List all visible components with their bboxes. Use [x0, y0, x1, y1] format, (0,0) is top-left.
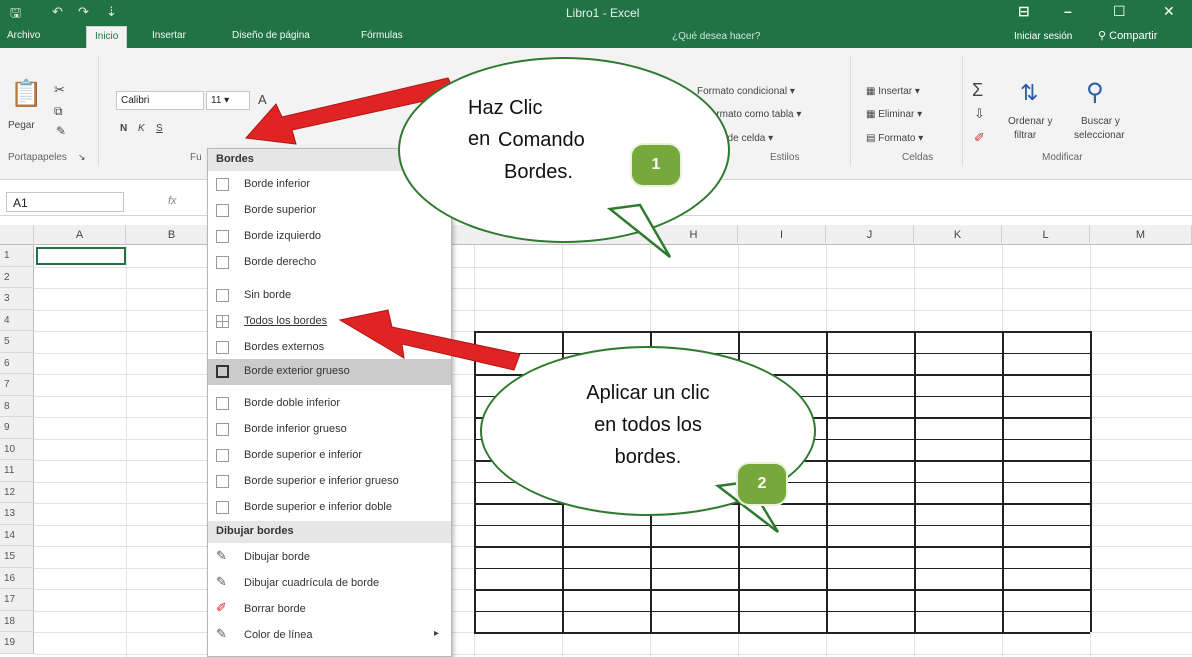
callout-1-line-2: Comando	[498, 129, 585, 151]
callout-tail-1	[606, 203, 672, 258]
callout-1-line-3: Bordes.	[504, 161, 573, 183]
arrow-to-all-borders	[338, 309, 521, 371]
callout-2-line-1: Aplicar un clic	[586, 382, 710, 404]
step-badge-2: 2	[738, 464, 786, 504]
step-badge-1: 1	[632, 145, 680, 185]
callout-2-line-2: en todos los	[594, 414, 702, 436]
callout-bubble-1: Haz Clic en Comando Bordes.	[398, 57, 730, 258]
